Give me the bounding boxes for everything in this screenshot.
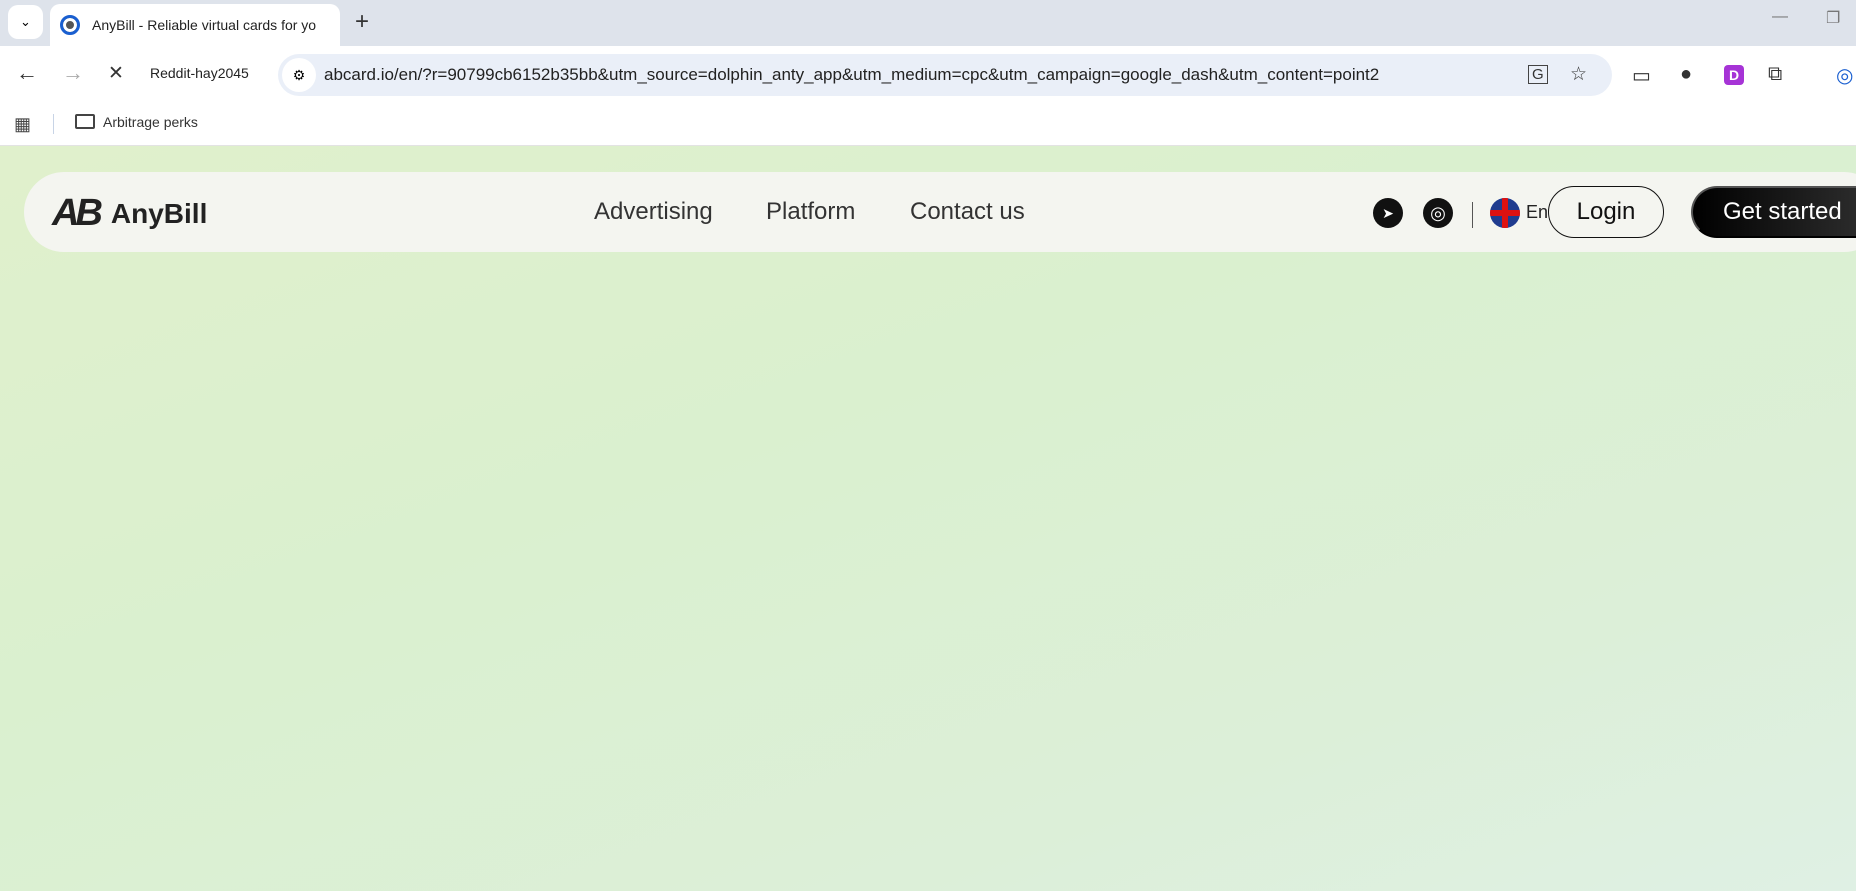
- tab-title: AnyBill - Reliable virtual cards for yo: [92, 17, 317, 33]
- site-header: AB AnyBill Advertising Platform Contact …: [24, 172, 1856, 252]
- uk-flag-icon[interactable]: [1490, 198, 1520, 228]
- loading-favicon-icon: [60, 15, 80, 35]
- login-button[interactable]: Login: [1548, 186, 1664, 238]
- url-input[interactable]: abcard.io/en/?r=90799cb6152b35bb&utm_sou…: [324, 65, 1379, 85]
- logo-mark: AB: [52, 192, 103, 234]
- translate-icon[interactable]: G: [1528, 65, 1548, 84]
- forward-button[interactable]: →: [62, 60, 84, 86]
- bookmarks-bar: ▦ Arbitrage perks: [0, 102, 1856, 146]
- address-bar[interactable]: ⚙ abcard.io/en/?r=90799cb6152b35bb&utm_s…: [278, 54, 1612, 96]
- bookmark-star-icon[interactable]: ☆: [1570, 63, 1587, 86]
- video-icon[interactable]: ▭: [1632, 63, 1651, 88]
- back-button[interactable]: ←: [16, 60, 38, 86]
- tab-bar: ⌄ AnyBill - Reliable virtual cards for y…: [0, 0, 1856, 46]
- minimize-button[interactable]: —: [1772, 8, 1788, 26]
- get-started-button[interactable]: Get started: [1691, 186, 1856, 238]
- language-selector[interactable]: En: [1526, 202, 1548, 223]
- tab-anybill[interactable]: AnyBill - Reliable virtual cards for yo: [50, 4, 340, 46]
- cookie-icon[interactable]: ●: [1680, 63, 1692, 86]
- nav-contact-us[interactable]: Contact us: [910, 198, 1025, 226]
- site-info-icon[interactable]: ⚙: [282, 58, 316, 92]
- page-content: AB AnyBill Advertising Platform Contact …: [0, 146, 1856, 891]
- profile-icon[interactable]: ◎: [1836, 63, 1853, 88]
- restore-button[interactable]: ❐: [1826, 8, 1840, 28]
- telegram-icon[interactable]: ➤: [1373, 198, 1403, 228]
- divider: [1472, 202, 1473, 228]
- apps-icon[interactable]: ▦: [14, 114, 31, 135]
- nav-advertising[interactable]: Advertising: [594, 198, 713, 226]
- extension-d-icon[interactable]: D: [1724, 65, 1745, 85]
- bookmark-arbitrage-perks[interactable]: Arbitrage perks: [103, 114, 198, 130]
- extensions-puzzle-icon[interactable]: ⧉: [1768, 63, 1782, 86]
- folder-icon: [75, 114, 95, 129]
- anybill-logo[interactable]: AB AnyBill: [52, 192, 207, 235]
- toolbar: ← → ✕ Reddit-hay2045 ⚙ abcard.io/en/?r=9…: [0, 46, 1856, 102]
- tab-search-button[interactable]: ⌄: [8, 5, 43, 39]
- chevron-down-icon: ⌄: [20, 14, 31, 29]
- instagram-icon[interactable]: ◎: [1423, 198, 1453, 228]
- profile-label[interactable]: Reddit-hay2045: [150, 65, 249, 81]
- nav-platform[interactable]: Platform: [766, 198, 855, 226]
- new-tab-button[interactable]: +: [355, 8, 369, 36]
- brand-name: AnyBill: [110, 197, 208, 229]
- divider: [53, 114, 54, 134]
- stop-button[interactable]: ✕: [108, 62, 124, 85]
